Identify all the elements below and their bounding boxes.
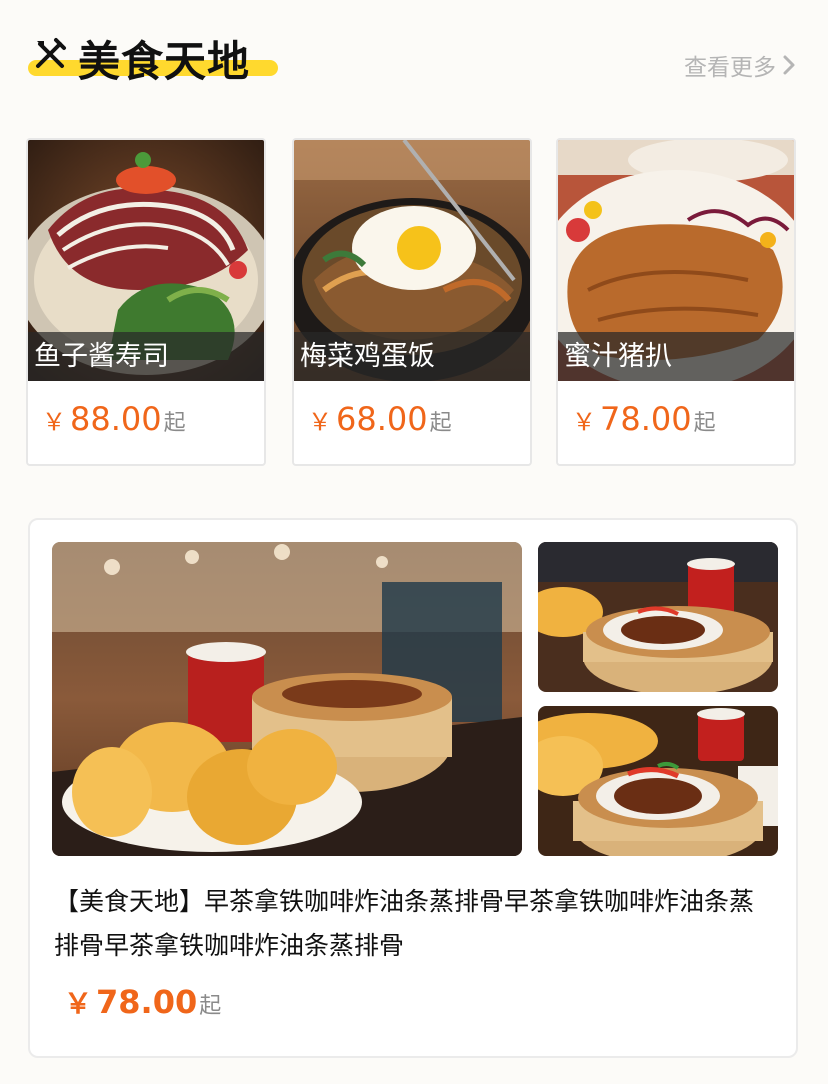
featured-food-card[interactable]: 【美食天地】早茶拿铁咖啡炸油条蒸排骨早茶拿铁咖啡炸油条蒸排骨早茶拿铁咖啡炸油条蒸… [28,518,798,1058]
featured-price: ￥ 78.00 起 [64,982,221,1022]
food-price: ￥ 78.00 起 [572,400,716,438]
view-more-label: 查看更多 [684,55,776,81]
food-card-egg-rice[interactable]: 梅菜鸡蛋饭 ￥ 68.00 起 [292,138,532,466]
currency-symbol: ￥ [42,408,66,436]
price-suffix: 起 [199,994,222,1019]
currency-symbol: ￥ [308,408,332,436]
price-suffix: 起 [429,411,452,436]
food-price: ￥ 88.00 起 [42,400,186,438]
food-name: 梅菜鸡蛋饭 [294,332,530,381]
price-amount: 88.00 [70,400,162,438]
food-card-pork-chop[interactable]: 蜜汁猪扒 ￥ 78.00 起 [556,138,796,466]
food-card-salmon[interactable]: 鱼子酱寿司 ￥ 88.00 起 [26,138,266,466]
food-name: 蜜汁猪扒 [558,332,794,381]
dim-sum-side-photo-1 [538,542,778,692]
price-suffix: 起 [693,411,716,436]
dim-sum-main-photo [52,542,522,856]
price-suffix: 起 [163,411,186,436]
currency-symbol: ￥ [64,987,93,1020]
section-header: 美食天地 查看更多 [28,26,800,86]
section-title-text: 美食天地 [78,37,251,86]
utensils-icon [36,38,66,68]
currency-symbol: ￥ [572,408,596,436]
price-amount: 68.00 [336,400,428,438]
dim-sum-side-photo-2 [538,706,778,856]
price-amount: 78.00 [600,400,692,438]
view-more-link[interactable]: 查看更多 [684,48,796,82]
price-amount: 78.00 [96,983,198,1021]
food-name: 鱼子酱寿司 [28,332,264,381]
food-price: ￥ 68.00 起 [308,400,452,438]
featured-description: 【美食天地】早茶拿铁咖啡炸油条蒸排骨早茶拿铁咖啡炸油条蒸排骨早茶拿铁咖啡炸油条蒸… [54,887,755,960]
chevron-right-icon [783,55,795,75]
